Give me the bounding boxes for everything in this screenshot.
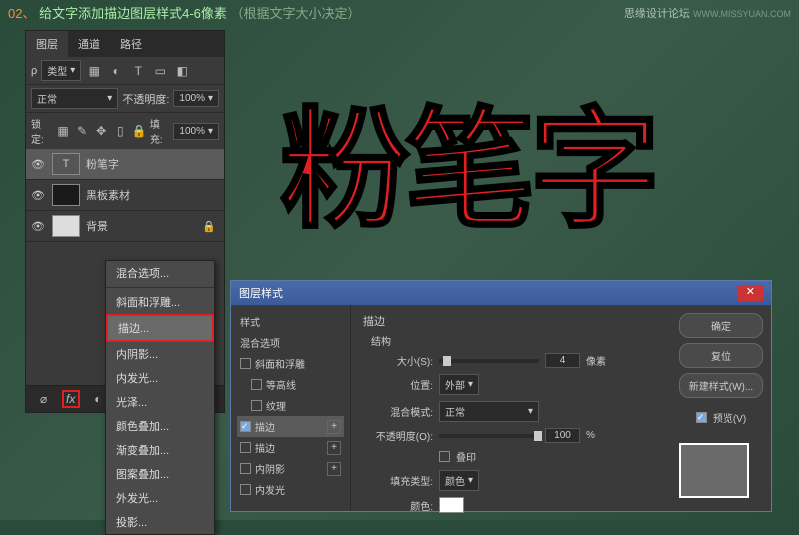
add-shadow-icon[interactable]: + (327, 462, 341, 476)
filter-adjust-icon[interactable]: ◐ (107, 62, 125, 80)
lock-move-icon[interactable]: ✥ (93, 122, 110, 140)
blend-label: 混合模式: (363, 404, 433, 419)
style-blend-options[interactable]: 混合选项 (237, 332, 344, 353)
filter-icon[interactable]: ρ (31, 65, 37, 77)
visibility-icon[interactable]: 👁 (30, 189, 46, 202)
menu-color-overlay[interactable]: 颜色叠加... (106, 414, 214, 438)
style-stroke[interactable]: 描边+ (237, 416, 344, 437)
blend-mode-dropdown[interactable]: 正常 ▾ (31, 88, 118, 109)
step-note: （根据文字大小决定） (231, 6, 361, 21)
layer-thumb (52, 215, 80, 237)
opacity-input[interactable]: 100 (545, 428, 580, 443)
step-title: 给文字添加描边图层样式4-6像素 (39, 6, 227, 21)
style-stroke-2[interactable]: 描边+ (237, 437, 344, 458)
opacity-input[interactable]: 100% ▾ (173, 90, 219, 107)
opacity-label: 不透明度(O): (363, 428, 433, 443)
color-picker[interactable] (439, 497, 464, 513)
stroke-settings: 描边 结构 大小(S): 4 像素 位置: 外部 ▾ 混合模式: 正常 ▾ 不透… (351, 305, 671, 511)
layer-name: 黑板素材 (86, 187, 130, 203)
style-inner-shadow[interactable]: 内阴影+ (237, 458, 344, 479)
filltype-dropdown[interactable]: 颜色 ▾ (439, 470, 479, 491)
lock-all-icon[interactable]: 🔒 (131, 122, 148, 140)
layer-image[interactable]: 👁 黑板素材 (26, 180, 224, 211)
tab-layers[interactable]: 图层 (26, 31, 68, 57)
filter-text-icon[interactable]: T (129, 62, 147, 80)
styles-header: 样式 (237, 311, 344, 332)
layer-thumb: T (52, 153, 80, 175)
opacity-unit: % (586, 430, 595, 441)
fx-context-menu: 混合选项... 斜面和浮雕... 描边... 内阴影... 内发光... 光泽.… (105, 260, 215, 535)
layer-background[interactable]: 👁 背景 🔒 (26, 211, 224, 242)
fill-input[interactable]: 100% ▾ (173, 123, 219, 140)
dialog-titlebar[interactable]: 图层样式 ✕ (231, 281, 771, 305)
new-style-button[interactable]: 新建样式(W)... (679, 373, 763, 398)
filter-pixel-icon[interactable]: ▦ (85, 62, 103, 80)
layer-style-dialog: 图层样式 ✕ 样式 混合选项 斜面和浮雕 等高线 纹理 描边+ 描边+ 内阴影+… (230, 280, 772, 512)
tab-paths[interactable]: 路径 (110, 31, 152, 57)
preview-checkbox[interactable] (696, 412, 707, 423)
preview-thumbnail (679, 443, 749, 498)
layer-thumb (52, 184, 80, 206)
lock-icon: 🔒 (202, 220, 220, 233)
fx-button[interactable]: fx (62, 390, 80, 408)
fill-label: 填充: (150, 116, 172, 146)
menu-satin[interactable]: 光泽... (106, 390, 214, 414)
menu-inner-shadow[interactable]: 内阴影... (106, 342, 214, 366)
menu-bevel[interactable]: 斜面和浮雕... (106, 290, 214, 314)
reset-button[interactable]: 复位 (679, 343, 763, 368)
canvas-text: 粉笔字 (280, 65, 655, 253)
style-inner-glow[interactable]: 内发光 (237, 479, 344, 500)
filter-shape-icon[interactable]: ▭ (151, 62, 169, 80)
layer-text[interactable]: 👁 T 粉笔字 (26, 149, 224, 180)
menu-blend-options[interactable]: 混合选项... (106, 261, 214, 285)
size-label: 大小(S): (363, 353, 433, 368)
overprint-label: 叠印 (456, 449, 476, 464)
lock-label: 锁定: (31, 116, 53, 146)
size-unit: 像素 (586, 353, 606, 368)
menu-stroke[interactable]: 描边... (106, 314, 214, 342)
visibility-icon[interactable]: 👁 (30, 220, 46, 233)
step-number: 02、 (8, 6, 35, 21)
watermark: 思缘设计论坛 WWW.MISSYUAN.COM (624, 5, 791, 21)
opacity-label: 不透明度: (122, 91, 169, 107)
tab-channels[interactable]: 通道 (68, 31, 110, 57)
filter-type-dropdown[interactable]: 类型 ▾ (41, 60, 81, 81)
preview-label: 预览(V) (713, 410, 746, 425)
opacity-slider[interactable] (439, 434, 539, 438)
position-dropdown[interactable]: 外部 ▾ (439, 374, 479, 395)
blend-dropdown[interactable]: 正常 ▾ (439, 401, 539, 422)
link-layers-icon[interactable]: ⌀ (35, 390, 53, 408)
structure-label: 结构 (363, 333, 659, 348)
layer-name: 粉笔字 (86, 156, 119, 172)
size-input[interactable]: 4 (545, 353, 580, 368)
layer-name: 背景 (86, 218, 108, 234)
menu-inner-glow[interactable]: 内发光... (106, 366, 214, 390)
dialog-title-text: 图层样式 (239, 285, 283, 301)
add-stroke-icon[interactable]: + (327, 420, 341, 434)
size-slider[interactable] (439, 359, 539, 363)
filltype-label: 填充类型: (363, 473, 433, 488)
style-contour[interactable]: 等高线 (237, 374, 344, 395)
menu-pattern-overlay[interactable]: 图案叠加... (106, 462, 214, 486)
lock-position-icon[interactable]: ✎ (74, 122, 91, 140)
section-title: 描边 (363, 313, 659, 329)
menu-outer-glow[interactable]: 外发光... (106, 486, 214, 510)
style-bevel[interactable]: 斜面和浮雕 (237, 353, 344, 374)
menu-drop-shadow[interactable]: 投影... (106, 510, 214, 534)
style-texture[interactable]: 纹理 (237, 395, 344, 416)
filter-smart-icon[interactable]: ◧ (173, 62, 191, 80)
lock-pixels-icon[interactable]: ▦ (55, 122, 72, 140)
position-label: 位置: (363, 377, 433, 392)
visibility-icon[interactable]: 👁 (30, 158, 46, 171)
ok-button[interactable]: 确定 (679, 313, 763, 338)
menu-gradient-overlay[interactable]: 渐变叠加... (106, 438, 214, 462)
tutorial-header: 02、 给文字添加描边图层样式4-6像素 （根据文字大小决定） 思缘设计论坛 W… (8, 3, 791, 22)
overprint-checkbox[interactable] (439, 451, 450, 462)
lock-artboard-icon[interactable]: ▯ (112, 122, 129, 140)
close-button[interactable]: ✕ (738, 285, 763, 301)
style-list: 样式 混合选项 斜面和浮雕 等高线 纹理 描边+ 描边+ 内阴影+ 内发光 (231, 305, 351, 511)
color-label: 颜色: (363, 498, 433, 513)
add-stroke-icon[interactable]: + (327, 441, 341, 455)
